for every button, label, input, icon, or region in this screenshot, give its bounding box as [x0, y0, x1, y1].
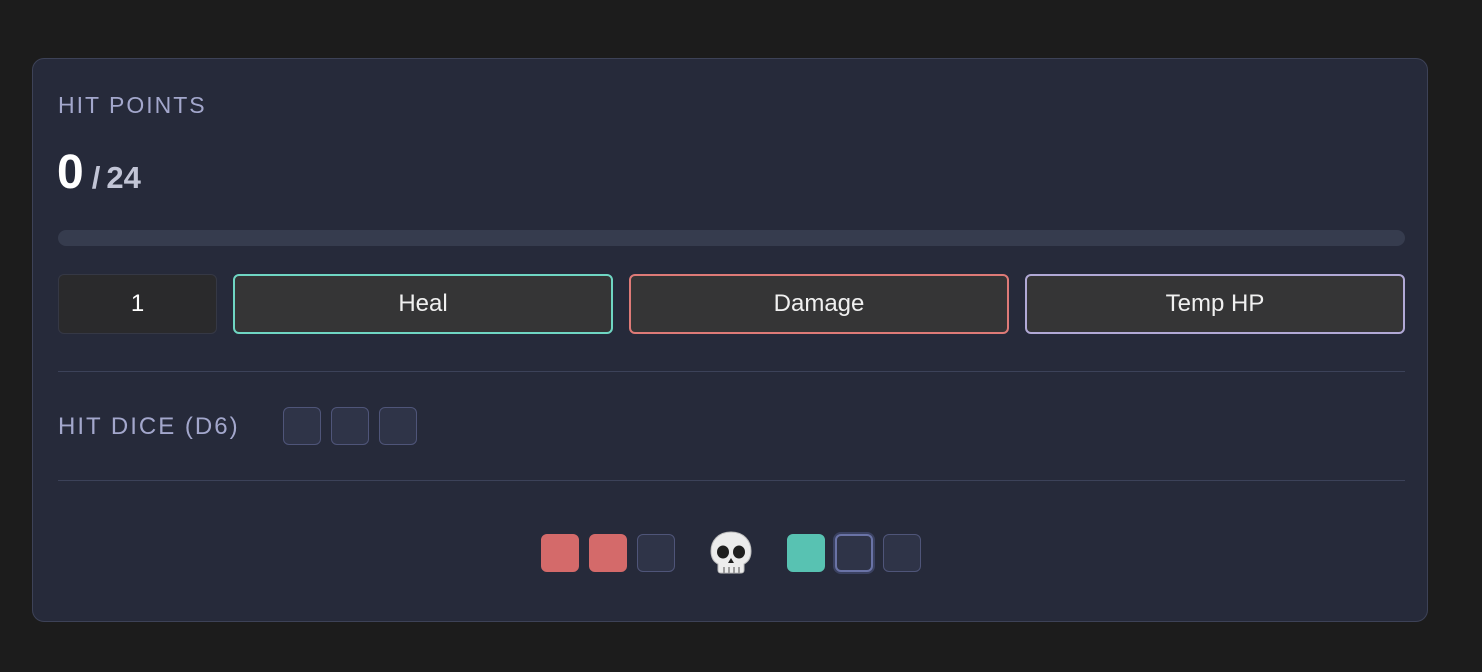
damage-button[interactable]: Damage	[629, 274, 1009, 334]
hit-die-checkbox-3[interactable]	[379, 407, 417, 445]
divider	[58, 480, 1405, 481]
hit-die-checkbox-1[interactable]	[283, 407, 321, 445]
hp-max: 24	[106, 160, 141, 195]
death-save-success-2[interactable]	[835, 534, 873, 572]
hp-progress-bar	[58, 230, 1405, 246]
hp-readout: 0 / 24	[57, 149, 141, 197]
heal-button[interactable]: Heal	[233, 274, 613, 334]
panel-title: HIT POINTS	[58, 92, 207, 118]
hit-points-panel: HIT POINTS 0 / 24 Heal Damage Temp HP HI…	[32, 58, 1428, 622]
hit-dice-label: HIT DICE (D6)	[58, 413, 240, 440]
death-save-failure-3[interactable]	[637, 534, 675, 572]
hp-current: 0	[57, 146, 84, 199]
death-save-failure-2[interactable]	[589, 534, 627, 572]
death-save-success-1[interactable]	[787, 534, 825, 572]
hp-separator: /	[91, 160, 101, 195]
amount-input[interactable]	[58, 274, 217, 334]
death-save-failure-1[interactable]	[541, 534, 579, 572]
death-save-success-3[interactable]	[883, 534, 921, 572]
hit-die-checkbox-2[interactable]	[331, 407, 369, 445]
divider	[58, 371, 1405, 372]
skull-icon	[710, 531, 752, 574]
temp-hp-button[interactable]: Temp HP	[1025, 274, 1405, 334]
